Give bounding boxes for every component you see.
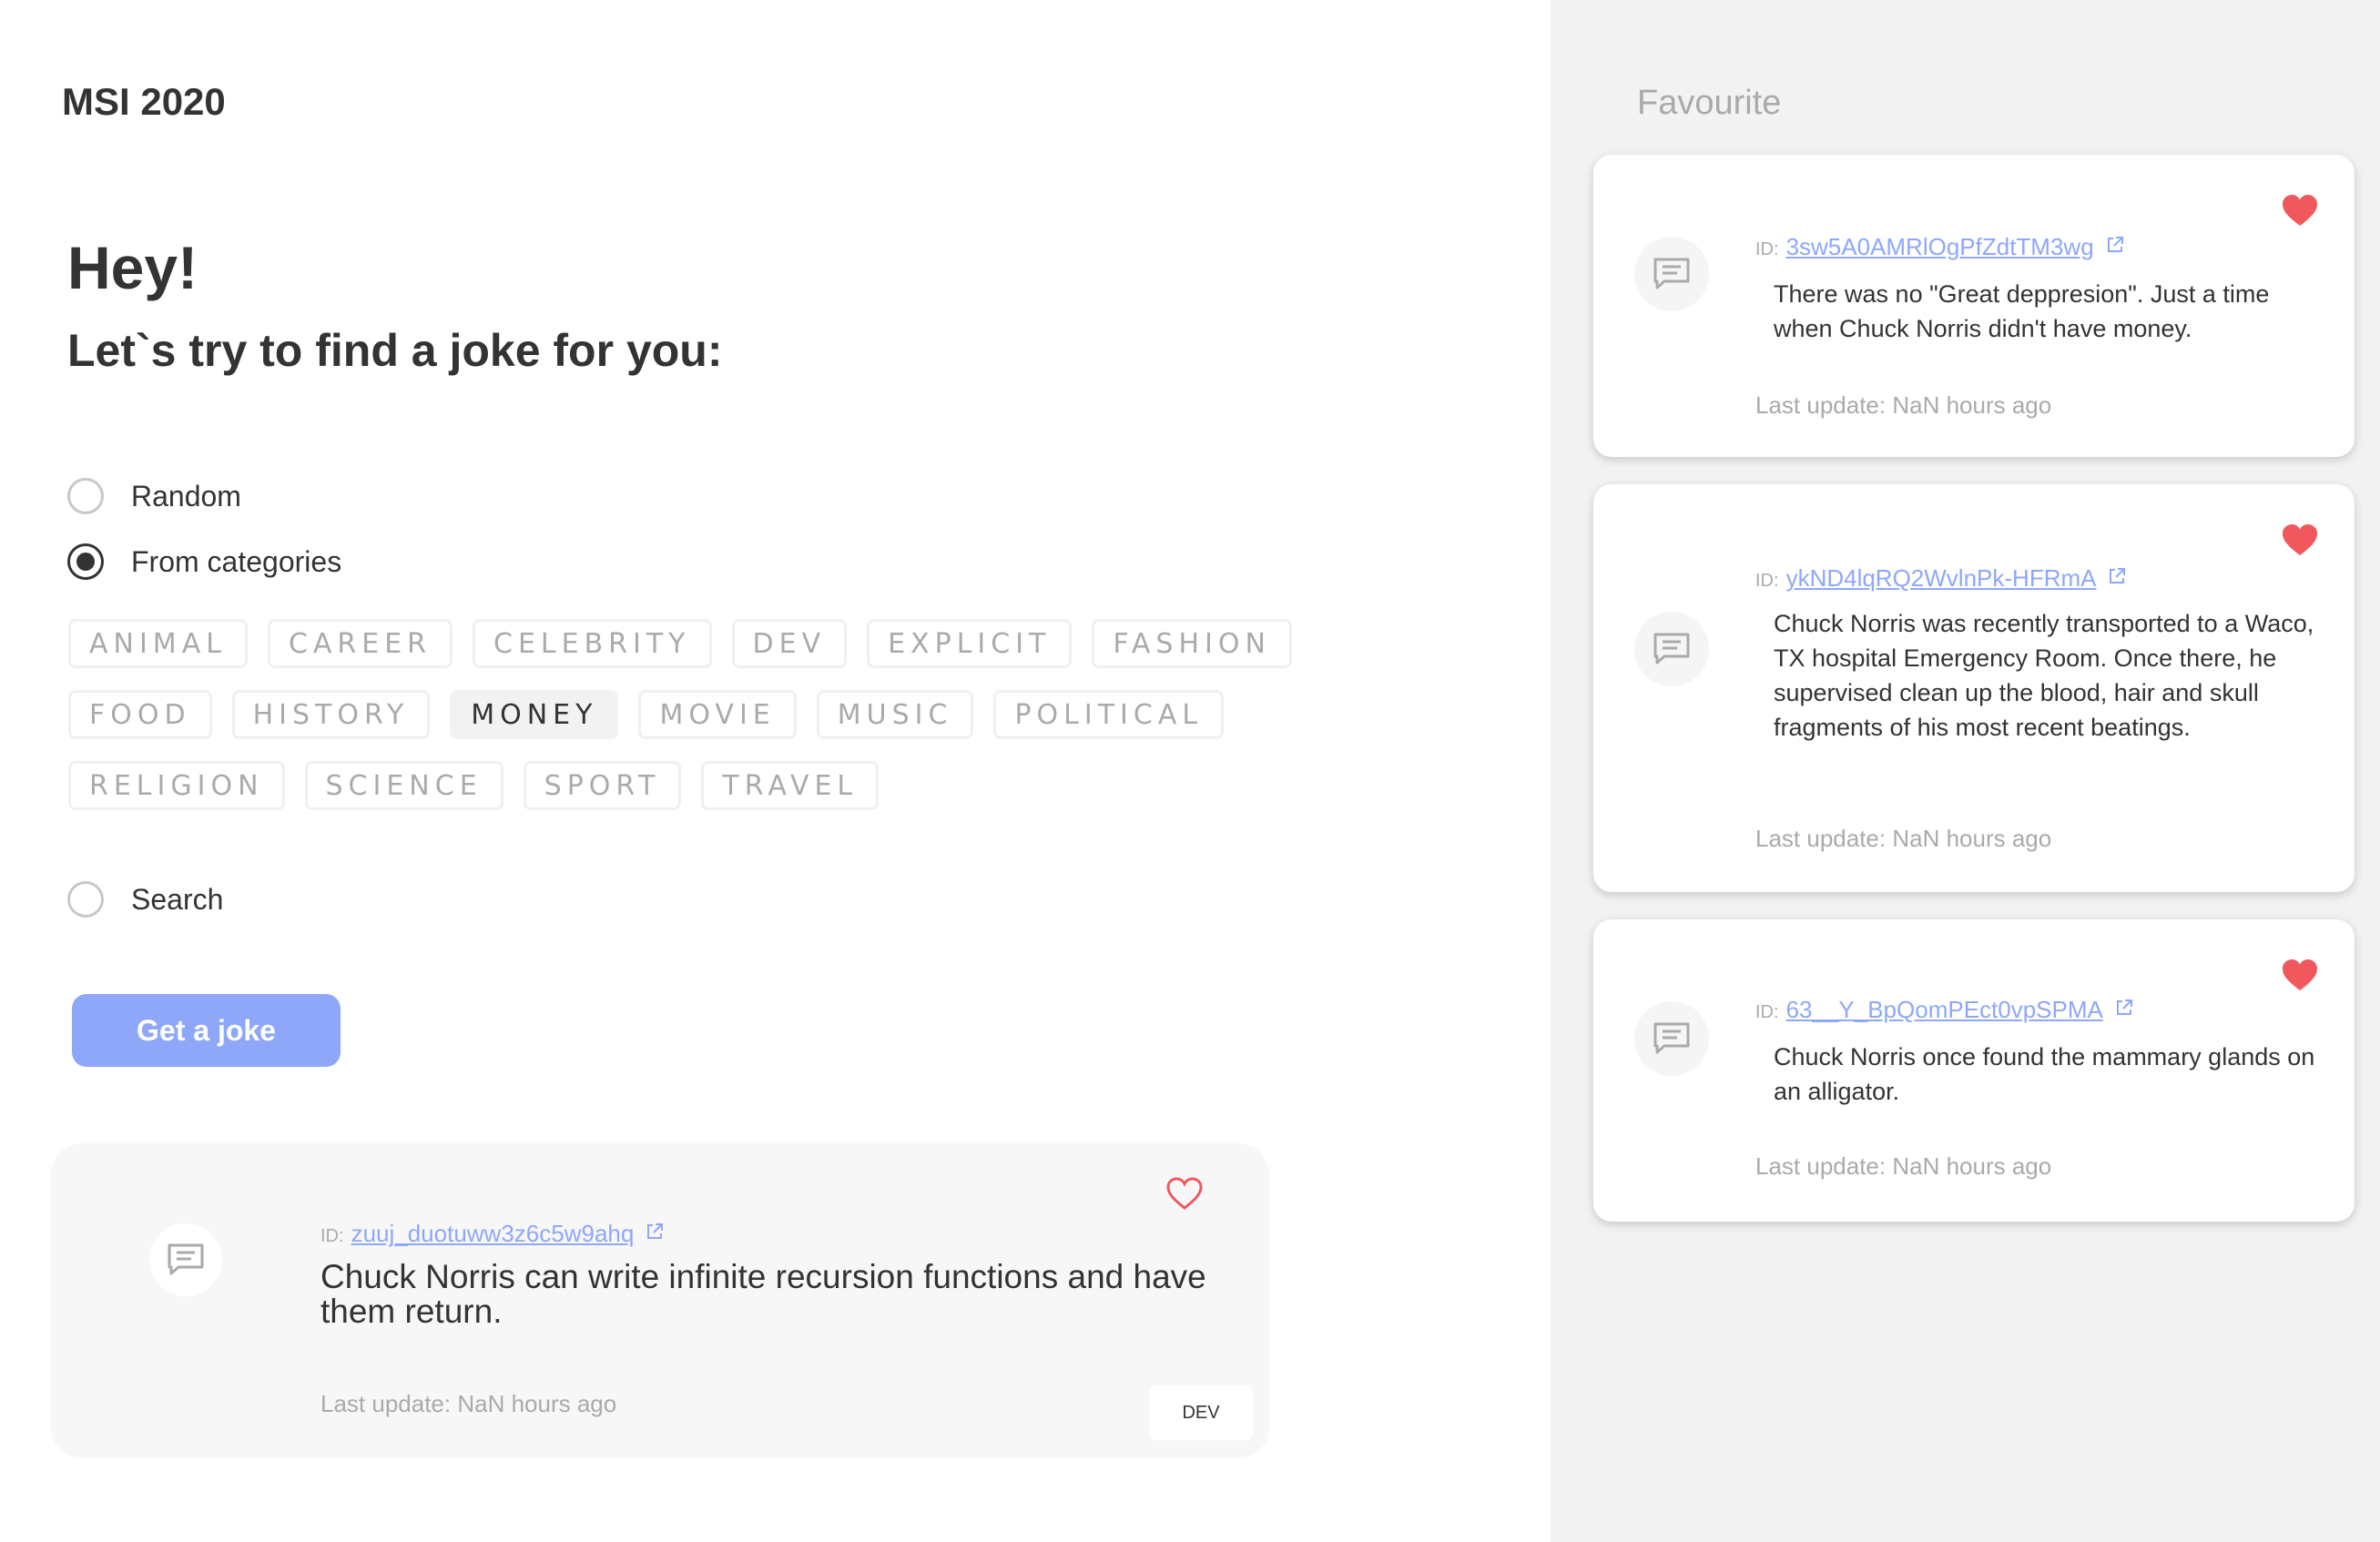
favourite-id-label: ID: xyxy=(1755,239,1779,259)
chip-fashion[interactable]: FASHION xyxy=(1092,619,1292,668)
radio-search[interactable]: Search xyxy=(67,881,223,918)
chip-music[interactable]: MUSIC xyxy=(816,690,974,739)
joke-text: Chuck Norris can write infinite recursio… xyxy=(320,1258,1206,1330)
radio-search-label: Search xyxy=(131,882,224,916)
favourite-id-label: ID: xyxy=(1755,1002,1779,1022)
subtitle-heading: Let`s try to find a joke for you: xyxy=(67,325,723,376)
radio-random-label: Random xyxy=(131,479,241,512)
favourite-last-update: Last update: NaN hours ago xyxy=(1755,1152,2052,1180)
chip-row: FOOD HISTORY MONEY MOVIE MUSIC POLITICAL xyxy=(68,690,1252,739)
external-link-icon[interactable] xyxy=(2114,998,2134,1022)
radio-categories[interactable]: From categories xyxy=(67,543,341,580)
message-icon xyxy=(1634,612,1709,686)
radio-random[interactable]: Random xyxy=(67,478,241,514)
favourite-title: Favourite xyxy=(1637,84,1782,122)
favourite-id-label: ID: xyxy=(1755,571,1779,591)
chip-row: ANIMAL CAREER CELEBRITY DEV EXPLICIT FAS… xyxy=(68,619,1292,668)
chip-explicit[interactable]: EXPLICIT xyxy=(867,619,1073,668)
message-icon xyxy=(1634,237,1709,311)
joke-id-line: ID: zuuj_duotuww3z6c5w9ahq xyxy=(320,1220,665,1248)
radio-categories-circle[interactable] xyxy=(67,543,104,580)
favourite-sidebar: Favourite ID: 3sw5A0AMRlOgPfZdtTM3wg The… xyxy=(1551,0,2380,1542)
external-link-icon[interactable] xyxy=(2107,566,2127,591)
chip-career[interactable]: CAREER xyxy=(267,619,453,668)
favourite-last-update: Last update: NaN hours ago xyxy=(1755,825,2052,852)
favourite-id-link[interactable]: 63__Y_BpQomPEct0vpSPMA xyxy=(1786,996,2103,1024)
favourite-id-line: ID: ykND4lqRQ2WvlnPk-HFRmA xyxy=(1755,564,2127,593)
category-chips: ANIMAL CAREER CELEBRITY DEV EXPLICIT FAS… xyxy=(68,619,1292,832)
radio-random-circle[interactable] xyxy=(67,478,104,514)
chip-money[interactable]: MONEY xyxy=(450,690,619,739)
favourite-card: ID: ykND4lqRQ2WvlnPk-HFRmA Chuck Norris … xyxy=(1593,484,2355,892)
chip-sport[interactable]: SPORT xyxy=(523,761,682,810)
heart-icon[interactable] xyxy=(1165,1176,1204,1215)
external-link-icon[interactable] xyxy=(2105,235,2125,259)
favourite-id-line: ID: 3sw5A0AMRlOgPfZdtTM3wg xyxy=(1755,233,2125,261)
heart-icon[interactable] xyxy=(2281,522,2319,562)
app-logo[interactable]: MSI 2020 xyxy=(62,80,226,124)
chip-political[interactable]: POLITICAL xyxy=(993,690,1225,739)
favourite-id-link[interactable]: ykND4lqRQ2WvlnPk-HFRmA xyxy=(1786,564,2097,593)
joke-last-update: Last update: NaN hours ago xyxy=(320,1390,617,1417)
favourite-joke-text: There was no "Great deppresion". Just a … xyxy=(1774,280,2270,342)
message-icon xyxy=(149,1223,222,1296)
category-tag: DEV xyxy=(1149,1385,1253,1440)
chip-dev[interactable]: DEV xyxy=(731,619,848,668)
chip-travel[interactable]: TRAVEL xyxy=(701,761,880,810)
chip-religion[interactable]: RELIGION xyxy=(68,761,285,810)
get-joke-button[interactable]: Get a joke xyxy=(72,994,341,1067)
heart-icon[interactable] xyxy=(2281,958,2319,997)
chip-celebrity[interactable]: CELEBRITY xyxy=(473,619,712,668)
favourite-joke-text: Chuck Norris once found the mammary glan… xyxy=(1774,1043,2315,1105)
radio-categories-label: From categories xyxy=(131,544,342,578)
joke-card: ID: zuuj_duotuww3z6c5w9ahq Chuck Norris … xyxy=(51,1143,1269,1458)
heart-icon[interactable] xyxy=(2281,193,2319,232)
favourite-joke-text: Chuck Norris was recently transported to… xyxy=(1774,610,2314,741)
favourite-card: ID: 3sw5A0AMRlOgPfZdtTM3wg There was no … xyxy=(1593,155,2355,457)
chip-science[interactable]: SCIENCE xyxy=(304,761,503,810)
radio-search-circle[interactable] xyxy=(67,881,104,918)
chip-movie[interactable]: MOVIE xyxy=(638,690,797,739)
chip-animal[interactable]: ANIMAL xyxy=(68,619,248,668)
favourite-card: ID: 63__Y_BpQomPEct0vpSPMA Chuck Norris … xyxy=(1593,919,2355,1222)
main-panel: MSI 2020 Hey! Let`s try to find a joke f… xyxy=(0,0,1551,1542)
favourite-id-line: ID: 63__Y_BpQomPEct0vpSPMA xyxy=(1755,996,2134,1024)
joke-id-link[interactable]: zuuj_duotuww3z6c5w9ahq xyxy=(351,1220,635,1248)
joke-id-label: ID: xyxy=(320,1226,344,1246)
chip-food[interactable]: FOOD xyxy=(68,690,212,739)
message-icon xyxy=(1634,1001,1709,1076)
external-link-icon[interactable] xyxy=(645,1222,665,1246)
favourite-last-update: Last update: NaN hours ago xyxy=(1755,391,2052,419)
favourite-id-link[interactable]: 3sw5A0AMRlOgPfZdtTM3wg xyxy=(1786,233,2094,261)
greeting-heading: Hey! xyxy=(67,234,198,301)
chip-history[interactable]: HISTORY xyxy=(231,690,431,739)
chip-row: RELIGION SCIENCE SPORT TRAVEL xyxy=(68,761,1252,810)
